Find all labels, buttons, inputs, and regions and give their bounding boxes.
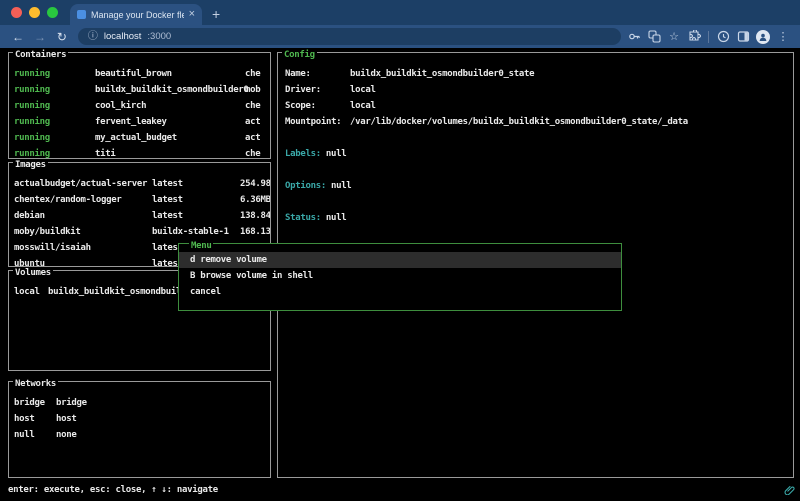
connection-link-icon: [784, 484, 795, 498]
forward-icon[interactable]: →: [30, 30, 50, 44]
image-row[interactable]: moby/buildkit buildx-stable-1 168.13MB: [9, 224, 270, 240]
menu-title: Menu: [189, 240, 213, 252]
browser-tab[interactable]: Manage your Docker fleet wi ×: [70, 4, 202, 25]
networks-panel: bridge bridge host host null none: [8, 381, 271, 478]
image-row[interactable]: actualbudget/actual-server latest 254.98…: [9, 176, 270, 192]
images-panel-title: Images: [13, 159, 48, 171]
minimize-window-button[interactable]: [29, 7, 40, 18]
container-row[interactable]: running cool_kirch che: [9, 98, 270, 114]
new-tab-button[interactable]: +: [212, 7, 220, 21]
translate-icon[interactable]: [645, 29, 663, 45]
container-row[interactable]: running my_actual_budget act: [9, 130, 270, 146]
profile-avatar[interactable]: [754, 29, 772, 45]
image-row[interactable]: chentex/random-logger latest 6.36MB: [9, 192, 270, 208]
container-row[interactable]: running fervent_leakey act: [9, 114, 270, 130]
extension-badge-icon[interactable]: [714, 29, 732, 45]
tab-strip: Manage your Docker fleet wi × +: [0, 0, 800, 25]
password-key-icon[interactable]: [625, 29, 643, 45]
back-icon[interactable]: ←: [8, 30, 28, 44]
network-row[interactable]: null none: [9, 427, 270, 443]
url-host: localhost: [104, 31, 142, 42]
close-window-button[interactable]: [11, 7, 22, 18]
site-info-icon[interactable]: ⓘ: [88, 32, 98, 42]
containers-panel: running beautiful_brown che running buil…: [8, 52, 271, 159]
menu-dots-icon[interactable]: ⋮: [774, 29, 792, 45]
address-bar[interactable]: ⓘ localhost :3000: [78, 28, 621, 45]
container-row[interactable]: running titi che: [9, 146, 270, 159]
url-port: :3000: [147, 31, 171, 42]
tab-close-icon[interactable]: ×: [189, 9, 195, 20]
tab-favicon-icon: [77, 10, 86, 19]
context-menu: d remove volume B browse volume in shell…: [178, 243, 622, 311]
config-extra: Labels: null: [278, 146, 793, 162]
reload-icon[interactable]: ↻: [52, 30, 72, 44]
container-row[interactable]: running beautiful_brown che: [9, 66, 270, 82]
tab-title: Manage your Docker fleet wi: [91, 10, 184, 20]
config-field: Name: buildx_buildkit_osmondbuilder0_sta…: [278, 66, 793, 82]
side-panel-icon[interactable]: [734, 29, 752, 45]
config-field: Scope: local: [278, 98, 793, 114]
config-panel-title: Config: [282, 49, 317, 61]
bookmark-star-icon[interactable]: ☆: [665, 29, 683, 45]
browser-window: Manage your Docker fleet wi × + ← → ↻ ⓘ …: [0, 0, 800, 501]
terminal-app: running beautiful_brown che running buil…: [0, 48, 800, 501]
browser-toolbar: ← → ↻ ⓘ localhost :3000 ☆ ⋮: [0, 25, 800, 48]
status-bar: enter: execute, esc: close, ↑ ↓: navigat…: [8, 482, 218, 498]
config-field: Driver: local: [278, 82, 793, 98]
window-controls: [0, 0, 70, 25]
config-extra: Status: null: [278, 210, 793, 226]
menu-item-remove-volume[interactable]: d remove volume: [179, 252, 621, 268]
network-row[interactable]: bridge bridge: [9, 395, 270, 411]
volumes-panel-title: Volumes: [13, 267, 53, 279]
config-extra: Options: null: [278, 178, 793, 194]
network-row[interactable]: host host: [9, 411, 270, 427]
extensions-puzzle-icon[interactable]: [685, 29, 703, 45]
config-field: Mountpoint: /var/lib/docker/volumes/buil…: [278, 114, 793, 130]
containers-panel-title: Containers: [13, 49, 68, 61]
image-row[interactable]: debian latest 138.84MB: [9, 208, 270, 224]
container-row[interactable]: running buildx_buildkit_osmondbuilder0 m…: [9, 82, 270, 98]
toolbar-divider: [708, 31, 709, 43]
networks-panel-title: Networks: [13, 378, 58, 390]
zoom-window-button[interactable]: [47, 7, 58, 18]
menu-item-browse-volume[interactable]: B browse volume in shell: [179, 268, 621, 284]
menu-item-cancel[interactable]: cancel: [179, 284, 621, 300]
